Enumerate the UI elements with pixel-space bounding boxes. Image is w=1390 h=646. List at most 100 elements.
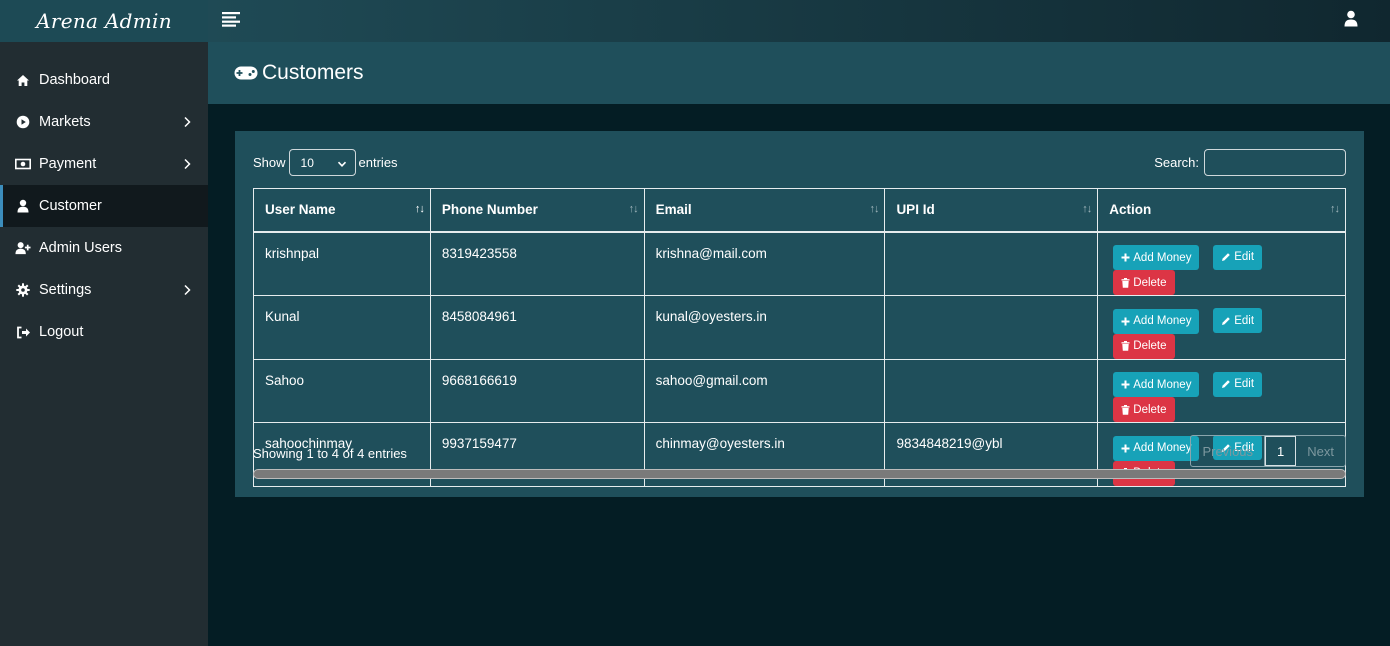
plus-icon bbox=[1121, 253, 1130, 262]
sidebar-item-label: Logout bbox=[39, 324, 84, 340]
sidebar-item-customer[interactable]: Customer bbox=[0, 185, 208, 227]
sign-out-icon bbox=[15, 324, 31, 340]
button-label: Edit bbox=[1234, 251, 1255, 263]
page-title: Customers bbox=[262, 61, 364, 84]
cell-user-name: Sahoo bbox=[253, 358, 431, 423]
money-icon bbox=[15, 156, 31, 172]
pagination-previous-button[interactable]: Previous bbox=[1191, 436, 1266, 466]
button-label: Add Money bbox=[1133, 251, 1192, 264]
table-header-row: User Name ↑↓ Phone Number ↑↓ Email ↑↓ UPI I… bbox=[253, 188, 1346, 233]
button-label: Delete bbox=[1133, 276, 1167, 289]
sidebar-item-label: Settings bbox=[39, 282, 92, 298]
column-label: User Name bbox=[265, 202, 336, 218]
sort-icon: ↑↓ bbox=[628, 203, 639, 215]
sidebar-item-label: Markets bbox=[39, 114, 91, 130]
customers-table: User Name ↑↓ Phone Number ↑↓ Email ↑↓ UPI I… bbox=[253, 188, 1346, 487]
cell-phone: 9668166619 bbox=[429, 358, 645, 423]
page-length-select[interactable]: 10 bbox=[288, 149, 356, 176]
cell-phone: 8319423558 bbox=[429, 231, 645, 296]
cell-actions: Add Money Edit Delete bbox=[1097, 358, 1346, 423]
button-label: Add Money bbox=[1133, 442, 1192, 454]
chevron-down-icon bbox=[337, 158, 347, 168]
column-label: UPI Id bbox=[896, 202, 935, 218]
show-label: Show bbox=[253, 155, 286, 170]
play-circle-icon bbox=[15, 114, 31, 130]
pencil-icon bbox=[1221, 316, 1231, 326]
button-label: Edit bbox=[1234, 314, 1255, 327]
sidebar-item-label: Payment bbox=[39, 156, 97, 172]
edit-button[interactable]: Edit bbox=[1213, 371, 1263, 397]
delete-button[interactable]: Delete bbox=[1113, 397, 1175, 422]
button-label: Delete bbox=[1133, 340, 1167, 352]
cell-email: kunal@oyesters.in bbox=[643, 295, 886, 360]
cell-user-name: Kunal bbox=[253, 295, 431, 360]
menu-toggle-icon[interactable] bbox=[222, 11, 240, 29]
plus-icon bbox=[1121, 317, 1130, 326]
cell-email: krishna@mail.com bbox=[643, 231, 886, 296]
sidebar-item-markets[interactable]: Markets bbox=[0, 101, 208, 143]
chevron-right-icon bbox=[179, 156, 195, 172]
column-label: Phone Number bbox=[441, 202, 538, 218]
edit-button[interactable]: Edit bbox=[1213, 308, 1263, 333]
cell-upi bbox=[884, 358, 1099, 423]
length-control: Show 10 entries bbox=[253, 149, 398, 176]
trash-icon bbox=[1121, 404, 1130, 415]
cell-actions: Add Money Edit Delete bbox=[1097, 231, 1346, 296]
column-header-phone-number[interactable]: Phone Number ↑↓ bbox=[429, 188, 645, 233]
sort-icon: ↑↓ bbox=[414, 203, 425, 215]
sidebar: Arena Admin Dashboard Markets Payment Cu… bbox=[0, 0, 208, 646]
page-header: Customers bbox=[208, 42, 1390, 104]
sidebar-item-payment[interactable]: Payment bbox=[0, 143, 208, 185]
gamepad-icon bbox=[234, 65, 258, 81]
column-header-email[interactable]: Email ↑↓ bbox=[643, 188, 886, 233]
chevron-right-icon bbox=[179, 282, 195, 298]
sidebar-nav: Dashboard Markets Payment Customer Admin… bbox=[0, 59, 208, 353]
add-money-button[interactable]: Add Money bbox=[1113, 435, 1200, 461]
table-row: krishnpal 8319423558 krishna@mail.com Ad… bbox=[253, 231, 1346, 296]
horizontal-scrollbar[interactable] bbox=[253, 469, 1346, 479]
user-icon bbox=[15, 198, 31, 214]
sidebar-item-settings[interactable]: Settings bbox=[0, 269, 208, 311]
button-label: Add Money bbox=[1133, 378, 1192, 391]
entries-label: entries bbox=[358, 155, 398, 170]
edit-button[interactable]: Edit bbox=[1213, 244, 1263, 270]
page-length-value: 10 bbox=[300, 155, 314, 170]
plus-icon bbox=[1121, 444, 1130, 453]
column-header-action[interactable]: Action ↑↓ bbox=[1097, 188, 1346, 233]
top-navbar bbox=[208, 0, 1390, 42]
user-menu-icon[interactable] bbox=[1344, 10, 1360, 28]
column-header-upi-id[interactable]: UPI Id ↑↓ bbox=[884, 188, 1099, 233]
plus-icon bbox=[1121, 380, 1130, 389]
search-input[interactable] bbox=[1204, 149, 1346, 176]
add-money-button[interactable]: Add Money bbox=[1113, 245, 1200, 270]
delete-button[interactable]: Delete bbox=[1113, 270, 1175, 295]
pagination-next-button[interactable]: Next bbox=[1296, 436, 1345, 466]
search-label: Search: bbox=[1154, 155, 1199, 170]
table-row: Kunal 8458084961 kunal@oyesters.in Add M… bbox=[253, 295, 1346, 360]
column-label: Action bbox=[1109, 202, 1152, 218]
sidebar-item-logout[interactable]: Logout bbox=[0, 311, 208, 353]
button-label: Edit bbox=[1234, 378, 1255, 390]
sidebar-item-admin-users[interactable]: Admin Users bbox=[0, 227, 208, 269]
button-label: Delete bbox=[1133, 403, 1167, 416]
trash-icon bbox=[1121, 341, 1130, 351]
sidebar-item-label: Admin Users bbox=[39, 240, 122, 256]
cell-actions: Add Money Edit Delete bbox=[1097, 295, 1346, 360]
add-money-button[interactable]: Add Money bbox=[1113, 372, 1200, 397]
sort-icon: ↑↓ bbox=[1330, 203, 1340, 215]
search-control: Search: bbox=[1154, 149, 1346, 176]
table-row: Sahoo 9668166619 sahoo@gmail.com Add Mon… bbox=[253, 358, 1346, 423]
pencil-icon bbox=[1221, 252, 1231, 262]
delete-button[interactable]: Delete bbox=[1113, 333, 1175, 359]
column-label: Email bbox=[655, 202, 692, 218]
customers-card: Show 10 entries Search: User Name ↑↓ Phon… bbox=[235, 131, 1364, 497]
add-money-button[interactable]: Add Money bbox=[1113, 308, 1200, 334]
brand-logo[interactable]: Arena Admin bbox=[0, 0, 208, 42]
cell-phone: 8458084961 bbox=[429, 295, 645, 360]
sidebar-item-dashboard[interactable]: Dashboard bbox=[0, 59, 208, 101]
pagination-page-button[interactable]: 1 bbox=[1265, 436, 1297, 466]
gear-icon bbox=[15, 282, 31, 298]
column-header-user-name[interactable]: User Name ↑↓ bbox=[253, 188, 431, 233]
cell-upi bbox=[884, 295, 1099, 360]
sidebar-item-label: Dashboard bbox=[39, 72, 110, 88]
